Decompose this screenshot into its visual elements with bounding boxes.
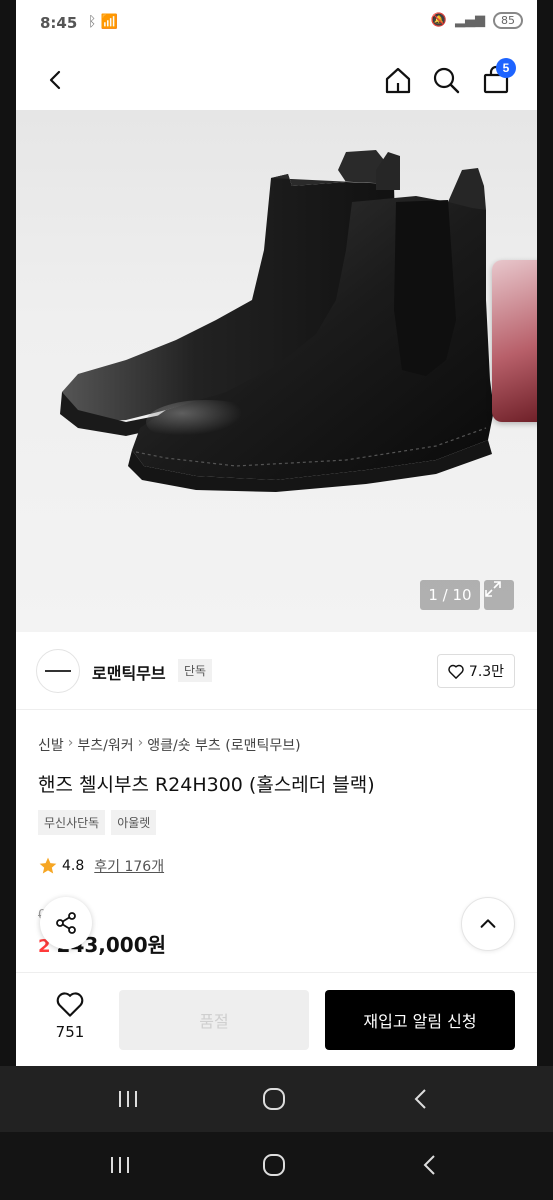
brand-exclusive-tag: 단독 [178,659,213,682]
rating-row: 4.8 후기 176개 [38,856,164,876]
heart-icon [448,664,464,679]
home-button[interactable] [378,60,418,100]
status-right-icons: 🔕 ▂▄▆ 85 [431,12,523,29]
back-nav-icon [414,1089,426,1109]
wishlist-count: 751 [55,1023,85,1041]
product-tag: 아울렛 [111,810,157,835]
product-image-gallery[interactable]: 1 / 10 [16,110,537,632]
status-bar: 8:45 ᛒ 📶 🔕 ▂▄▆ 85 [16,0,537,50]
back-nav-button[interactable] [396,1079,446,1119]
scroll-top-button[interactable] [461,897,515,951]
product-tags: 무신사단독 아울렛 [38,810,157,835]
home-nav-button[interactable] [249,1079,299,1119]
chevron-right-icon: › [137,735,144,751]
recent-apps-button[interactable] [95,1145,145,1185]
home-circle-icon [263,1088,285,1110]
signal-icon: ▂▄▆ [455,13,485,28]
back-button[interactable] [36,60,76,100]
image-counter: 1 / 10 [420,580,480,610]
status-time: 8:45 [40,14,78,32]
star-icon [39,857,57,874]
app-frame: 8:45 ᛒ 📶 🔕 ▂▄▆ 85 5 1 / 10 로맨틱무브 단독 7.3만… [16,0,537,1066]
soldout-button[interactable]: 품절 [119,990,309,1050]
recent-apps-button[interactable] [103,1079,153,1119]
brand-name[interactable]: 로맨틱무브 [92,660,166,684]
recent-apps-icon [111,1157,129,1173]
status-left-icons: ᛒ 📶 [88,14,119,30]
product-tag: 무신사단독 [38,810,106,835]
wishlist-button[interactable]: 751 [42,991,98,1041]
breadcrumb-item[interactable]: 부츠/워커 [77,735,133,755]
product-title: 핸즈 첼시부츠 R24H300 (홀스레더 블랙) [38,774,375,796]
chevron-left-icon [49,70,61,90]
rating-score: 4.8 [62,858,85,874]
heart-icon [56,992,84,1017]
expand-button[interactable] [484,580,514,610]
share-icon [56,912,76,934]
search-button[interactable] [426,60,466,100]
brand-like-count: 7.3만 [468,664,505,680]
expand-icon [485,581,501,597]
top-header: 5 [16,50,537,110]
bottom-action-bar: 751 품절 재입고 알림 신청 [16,972,537,1066]
restock-alert-button[interactable]: 재입고 알림 신청 [325,990,515,1050]
brand-logo[interactable] [36,649,80,693]
breadcrumb-item[interactable]: 신발 [38,735,64,755]
home-circle-icon [263,1154,285,1176]
cart-count-badge: 5 [496,58,516,78]
brand-like-button[interactable]: 7.3만 [437,654,515,688]
recent-apps-icon [119,1091,137,1107]
cart-button[interactable]: 5 [476,58,516,100]
mute-icon: 🔕 [430,13,447,28]
home-nav-button[interactable] [249,1145,299,1185]
battery-icon: 85 [493,12,523,29]
back-nav-icon [423,1155,435,1175]
home-icon [385,67,411,94]
review-link[interactable]: 후기 176개 [94,856,164,876]
app-navigation-bar [0,1066,553,1132]
share-button[interactable] [40,897,92,949]
back-nav-button[interactable] [405,1145,455,1185]
brand-row: 로맨틱무브 단독 7.3만 [16,632,537,710]
breadcrumb: 신발 › 부츠/워커 › 앵클/숏 부츠 (로맨틱무브) [38,735,301,755]
search-icon [433,67,460,94]
product-image [60,150,494,492]
chevron-up-icon [480,919,496,928]
chevron-right-icon: › [67,735,74,751]
system-navigation-bar [0,1132,553,1200]
breadcrumb-item[interactable]: 앵클/숏 부츠 (로맨틱무브) [147,735,300,755]
next-image-preview[interactable] [492,260,537,422]
